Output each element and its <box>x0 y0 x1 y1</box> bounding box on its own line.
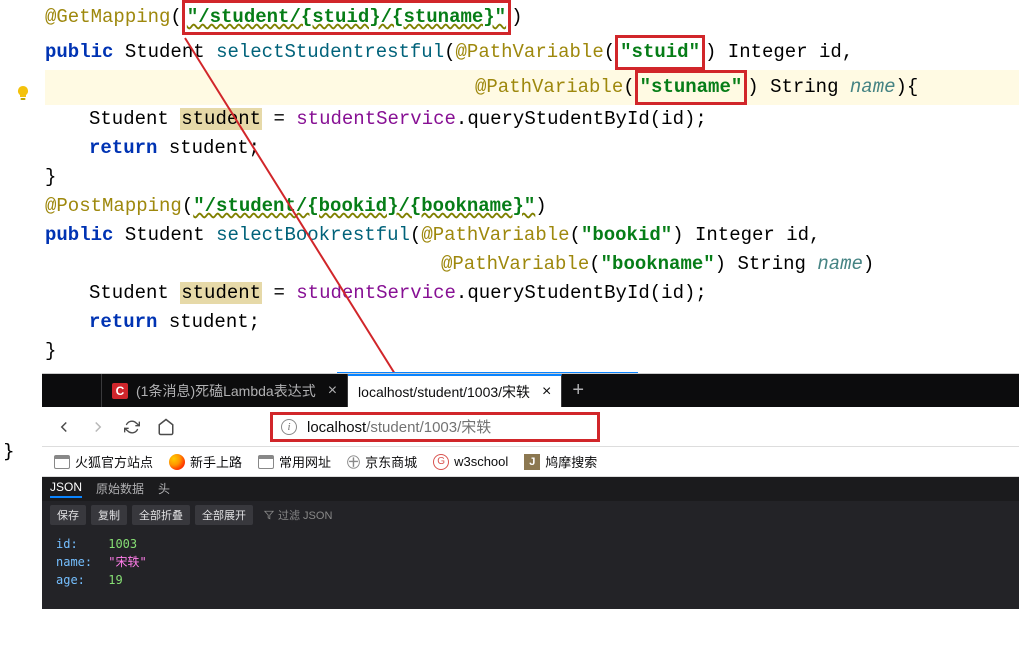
code-line: } <box>45 337 1019 366</box>
code-line: return student; <box>45 134 1019 163</box>
info-icon[interactable]: i <box>281 419 297 435</box>
devtools-tabs: JSON 原始数据 头 <box>42 477 1019 501</box>
bookmarks-bar: 火狐官方站点 新手上路 常用网址 ㊉京东商城 Gw3school J鸠摩搜索 <box>42 447 1019 477</box>
code-line: @GetMapping("/student/{stuid}/{stuname}"… <box>45 0 1019 35</box>
code-line: } <box>45 163 1019 192</box>
url-bar[interactable]: i localhost/student/1003/宋轶 <box>270 412 600 442</box>
bookmark-item[interactable]: ㊉京东商城 <box>347 452 417 471</box>
bookmark-item[interactable]: 新手上路 <box>169 452 242 471</box>
browser-tab-active[interactable]: localhost/student/1003/宋轶 × <box>348 374 562 407</box>
devtools-tab-json[interactable]: JSON <box>50 480 82 498</box>
url-text: localhost/student/1003/宋轶 <box>307 416 491 437</box>
reload-button[interactable] <box>122 417 142 437</box>
tab-bar: C (1条消息)死磕Lambda表达式 × localhost/student/… <box>42 374 1019 407</box>
bookmark-item[interactable]: 常用网址 <box>258 452 331 471</box>
save-button[interactable]: 保存 <box>50 505 86 525</box>
j-icon: J <box>524 454 540 470</box>
lightbulb-icon[interactable] <box>15 82 31 98</box>
tab-label: localhost/student/1003/宋轶 <box>358 382 530 402</box>
firefox-icon <box>169 454 185 470</box>
code-line: @PathVariable("bookname") String name) <box>45 250 1019 279</box>
browser-tab[interactable]: C (1条消息)死磕Lambda表达式 × <box>102 374 348 407</box>
json-row[interactable]: age: 19 <box>56 571 1005 589</box>
w3-icon: G <box>433 454 449 470</box>
folder-icon <box>54 455 70 469</box>
json-viewer: id: 1003 name: "宋轶" age: 19 <box>42 529 1019 609</box>
devtools-tab-headers[interactable]: 头 <box>158 480 170 498</box>
json-row[interactable]: name: "宋轶" <box>56 553 1005 571</box>
devtools-toolbar: 保存 复制 全部折叠 全部展开 过滤 JSON <box>42 501 1019 529</box>
browser-window: C (1条消息)死磕Lambda表达式 × localhost/student/… <box>42 373 1019 609</box>
code-line: return student; <box>45 308 1019 337</box>
json-row[interactable]: id: 1003 <box>56 535 1005 553</box>
code-line: @PathVariable("stuname") String name){ <box>45 70 1019 105</box>
close-icon[interactable]: × <box>542 383 551 401</box>
csdn-icon: C <box>112 383 128 399</box>
devtools-tab-raw[interactable]: 原始数据 <box>96 480 144 498</box>
annotation: @GetMapping <box>45 6 170 28</box>
bookmark-item[interactable]: 火狐官方站点 <box>54 452 153 471</box>
globe-icon: ㊉ <box>347 452 360 471</box>
forward-button[interactable] <box>88 417 108 437</box>
tab-label: (1条消息)死磕Lambda表达式 <box>136 381 316 401</box>
bookmark-item[interactable]: J鸠摩搜索 <box>524 452 597 471</box>
collapse-all-button[interactable]: 全部折叠 <box>132 505 190 525</box>
close-icon[interactable]: × <box>328 382 337 400</box>
code-line: public Student selectBookrestful(@PathVa… <box>45 221 1019 250</box>
code-line: Student student = studentService.querySt… <box>45 279 1019 308</box>
back-button[interactable] <box>54 417 74 437</box>
filter-input[interactable]: 过滤 JSON <box>264 507 332 523</box>
code-line: public Student selectStudentrestful(@Pat… <box>45 35 1019 70</box>
expand-all-button[interactable]: 全部展开 <box>195 505 253 525</box>
copy-button[interactable]: 复制 <box>91 505 127 525</box>
code-line: @PostMapping("/student/{bookid}/{booknam… <box>45 192 1019 221</box>
home-button[interactable] <box>156 417 176 437</box>
code-line: Student student = studentService.querySt… <box>45 105 1019 134</box>
browser-toolbar: i localhost/student/1003/宋轶 <box>42 407 1019 447</box>
code-editor[interactable]: @GetMapping("/student/{stuid}/{stuname}"… <box>0 0 1019 366</box>
new-tab-button[interactable]: + <box>562 374 594 407</box>
highlight-box: "/student/{stuid}/{stuname}" <box>182 0 511 35</box>
folder-icon <box>258 455 274 469</box>
bookmark-item[interactable]: Gw3school <box>433 454 508 470</box>
code-brace: } <box>3 440 14 462</box>
